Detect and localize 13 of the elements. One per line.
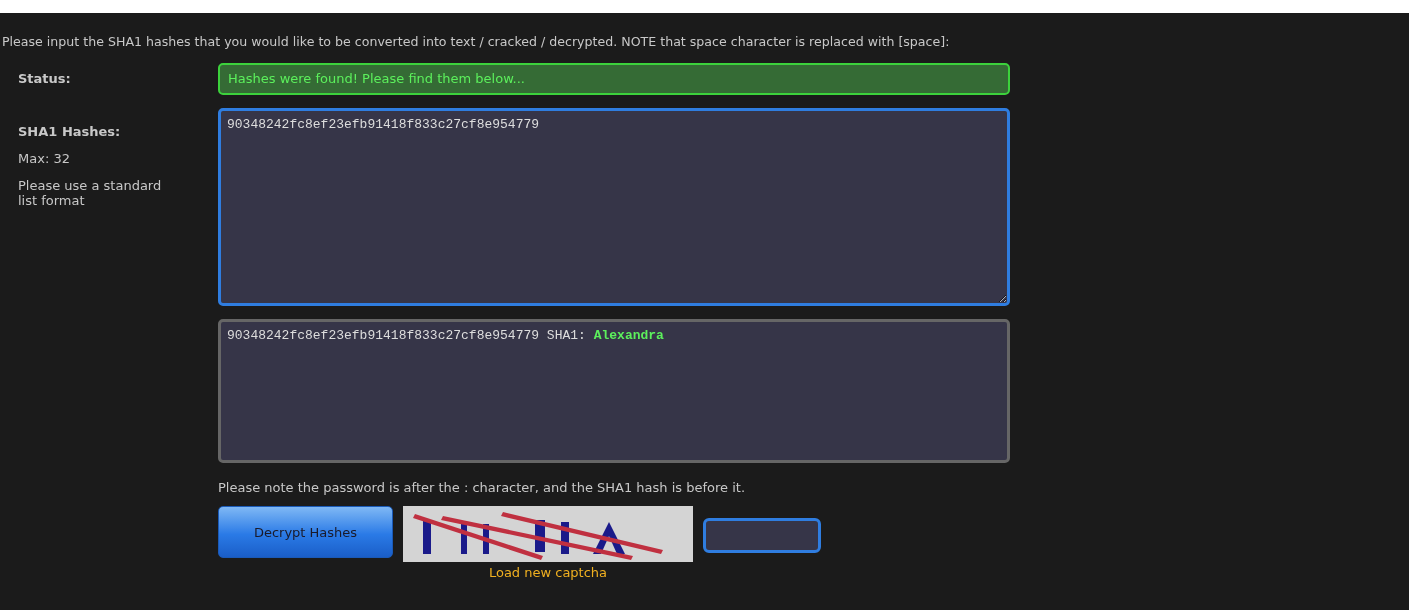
hashes-input[interactable]: 90348242fc8ef23efb91418f833c27cf8e954779: [218, 108, 1010, 306]
password-text: Alexandra: [593, 328, 664, 343]
field-label: SHA1 Hashes:: [18, 124, 122, 139]
format-hint: Please use a standard list format: [18, 178, 163, 208]
captcha-input[interactable]: [703, 518, 821, 553]
max-count-text: Max: 32: [18, 151, 71, 166]
field-label: Status:: [18, 71, 71, 86]
decrypt-button[interactable]: Decrypt Hashes: [218, 506, 393, 558]
hash-result-text: 90348242fc8ef23efb91418f833c27cf8e954779 SHA1:: [227, 328, 586, 343]
note-text: Please note the password is after the : character, and the SHA1 hash is before it.: [218, 480, 746, 495]
instruction-text: Please input the SHA1 hashes that you would like to be converted into text / cracked / decrypted. NOTE that space character is replaced with [space]:: [2, 34, 951, 49]
status-field: Hashes were found! Please find them below...: [218, 63, 1010, 95]
reload-captcha-link[interactable]: Load new captcha: [488, 565, 608, 580]
